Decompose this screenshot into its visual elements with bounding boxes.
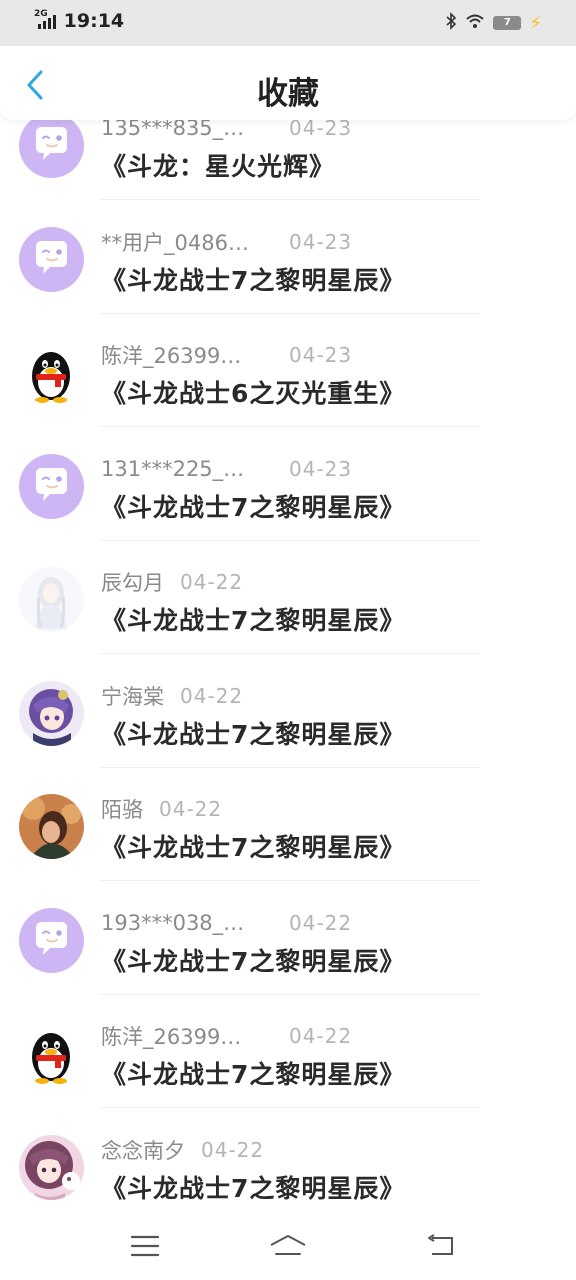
status-bar: 2G 19:14 7 ⚡ — [0, 0, 576, 46]
list-item[interactable]: 陈洋_26399… 04-23 《斗龙战士6之灭光重生》 — [0, 340, 576, 453]
purple-haired-anime-avatar[interactable] — [19, 680, 84, 746]
battery-icon: 7 — [493, 16, 522, 30]
date: 04-22 — [180, 683, 244, 708]
date: 04-22 — [159, 797, 223, 821]
network-type: 2G — [34, 9, 48, 19]
divider — [100, 539, 480, 541]
username: 131***225_… — [101, 456, 245, 481]
header: 收藏 — [0, 46, 576, 120]
divider — [100, 993, 480, 995]
divider — [100, 312, 480, 314]
book-title[interactable]: 《斗龙战士7之黎明星辰》 — [101, 601, 405, 637]
list-item[interactable]: **用户_0486… 04-23 《斗龙战士7之黎明星辰》 — [0, 226, 576, 340]
username: 陈洋_26399… — [101, 1025, 242, 1049]
date: 04-22 — [201, 1137, 265, 1162]
home-icon — [270, 1235, 306, 1255]
divider — [100, 880, 480, 881]
book-title[interactable]: 《斗龙战士7之黎明星辰》 — [101, 942, 405, 978]
divider — [100, 1107, 480, 1108]
menu-icon — [130, 1235, 160, 1257]
page-title: 收藏 — [257, 76, 319, 112]
list-item[interactable]: 193***038_… 04-22 《斗龙战士7之黎明星辰》 — [0, 907, 576, 1021]
divider — [100, 426, 480, 427]
book-title[interactable]: 《斗龙战士6之灭光重生》 — [101, 374, 405, 410]
book-title[interactable]: 《斗龙战士7之黎明星辰》 — [101, 828, 405, 864]
date: 04-22 — [289, 1024, 353, 1048]
item-meta: **用户_0486… 04-23 — [101, 227, 352, 257]
chat-bubble-default-avatar[interactable] — [19, 113, 84, 178]
date: 04-23 — [289, 343, 353, 367]
list-item[interactable]: 念念南夕 04-22 《斗龙战士7之黎明星辰》 — [0, 1134, 576, 1215]
date: 04-22 — [180, 570, 244, 594]
book-title[interactable]: 《斗龙战士7之黎明星辰》 — [101, 1055, 405, 1091]
username: **用户_0486… — [101, 230, 249, 255]
list-item[interactable]: 陌骆 04-22 《斗龙战士7之黎明星辰》 — [0, 794, 576, 907]
white-haired-girl-avatar[interactable] — [19, 567, 84, 632]
chat-bubble-default-avatar[interactable] — [19, 453, 84, 519]
date: 04-23 — [289, 229, 353, 254]
divider — [100, 766, 480, 768]
item-meta: 陈洋_26399… 04-23 — [101, 340, 352, 370]
bluetooth-icon — [445, 12, 457, 34]
divider — [100, 653, 480, 654]
date: 04-22 — [289, 910, 353, 935]
penguin-avatar[interactable] — [19, 1021, 84, 1086]
item-meta: 193***038_… 04-22 — [101, 908, 352, 938]
item-meta: 辰勾月 04-22 — [101, 567, 243, 597]
warm-portrait-avatar[interactable] — [19, 794, 84, 859]
system-back-button[interactable] — [420, 1228, 460, 1264]
wifi-icon — [465, 13, 485, 33]
username: 宁海棠 — [101, 684, 164, 709]
username: 念念南夕 — [101, 1138, 185, 1163]
status-right: 7 ⚡ — [445, 12, 542, 34]
pink-haired-anime-avatar[interactable] — [19, 1134, 84, 1200]
username: 陈洋_26399… — [101, 344, 242, 368]
date: 04-23 — [289, 456, 353, 481]
chat-bubble-default-avatar[interactable] — [19, 226, 84, 292]
list-item[interactable]: 陈洋_26399… 04-22 《斗龙战士7之黎明星辰》 — [0, 1021, 576, 1134]
item-meta: 陈洋_26399… 04-22 — [101, 1021, 352, 1051]
system-nav-bar — [0, 1214, 576, 1280]
book-title[interactable]: 《斗龙战士7之黎明星辰》 — [101, 261, 405, 297]
list-item[interactable]: 135***835_… 04-23 《斗龙：星火光辉》 — [0, 113, 576, 226]
charging-icon: ⚡ — [529, 12, 542, 34]
username: 陌骆 — [101, 798, 143, 822]
username: 辰勾月 — [101, 571, 164, 595]
book-title[interactable]: 《斗龙战士7之黎明星辰》 — [101, 1169, 405, 1205]
item-meta: 宁海棠 04-22 — [101, 681, 243, 711]
favorites-list: 135***835_… 04-23 《斗龙：星火光辉》 **用户_0486… 04-23… — [0, 88, 576, 1214]
list-item[interactable]: 131***225_… 04-23 《斗龙战士7之黎明星辰》 — [0, 453, 576, 567]
status-left: 2G 19:14 — [34, 9, 125, 32]
divider — [100, 199, 480, 200]
menu-button[interactable] — [125, 1228, 165, 1264]
book-title[interactable]: 《斗龙战士7之黎明星辰》 — [101, 715, 405, 751]
item-meta: 陌骆 04-22 — [101, 794, 222, 824]
username: 193***038_… — [101, 910, 245, 935]
item-meta: 131***225_… 04-23 — [101, 454, 352, 484]
home-button[interactable] — [268, 1228, 308, 1264]
back-icon — [428, 1234, 453, 1255]
list-item[interactable]: 宁海棠 04-22 《斗龙战士7之黎明星辰》 — [0, 680, 576, 794]
item-meta: 念念南夕 04-22 — [101, 1135, 264, 1165]
chat-bubble-default-avatar[interactable] — [19, 907, 84, 973]
list-item[interactable]: 辰勾月 04-22 《斗龙战士7之黎明星辰》 — [0, 567, 576, 680]
book-title[interactable]: 《斗龙战士7之黎明星辰》 — [101, 488, 405, 524]
book-title[interactable]: 《斗龙：星火光辉》 — [101, 147, 335, 183]
penguin-avatar[interactable] — [19, 340, 84, 405]
clock: 19:14 — [63, 10, 125, 32]
